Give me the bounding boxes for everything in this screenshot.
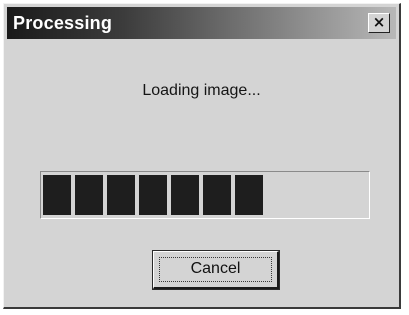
progress-block (139, 175, 167, 215)
title-bar[interactable]: Processing × (7, 7, 396, 39)
close-button[interactable]: × (368, 13, 390, 33)
status-message: Loading image... (142, 82, 261, 99)
progress-block (75, 175, 103, 215)
progress-bar (40, 171, 370, 219)
cancel-button-label: Cancel (190, 260, 241, 277)
close-icon: × (372, 13, 386, 31)
cancel-button[interactable]: Cancel (152, 250, 280, 290)
window-title: Processing (13, 13, 113, 33)
progress-block (43, 175, 71, 215)
progress-block (235, 175, 263, 215)
progress-block (203, 175, 231, 215)
progress-block (171, 175, 199, 215)
progress-block (107, 175, 135, 215)
processing-dialog: Processing × Loading image... Cancel (3, 3, 401, 309)
